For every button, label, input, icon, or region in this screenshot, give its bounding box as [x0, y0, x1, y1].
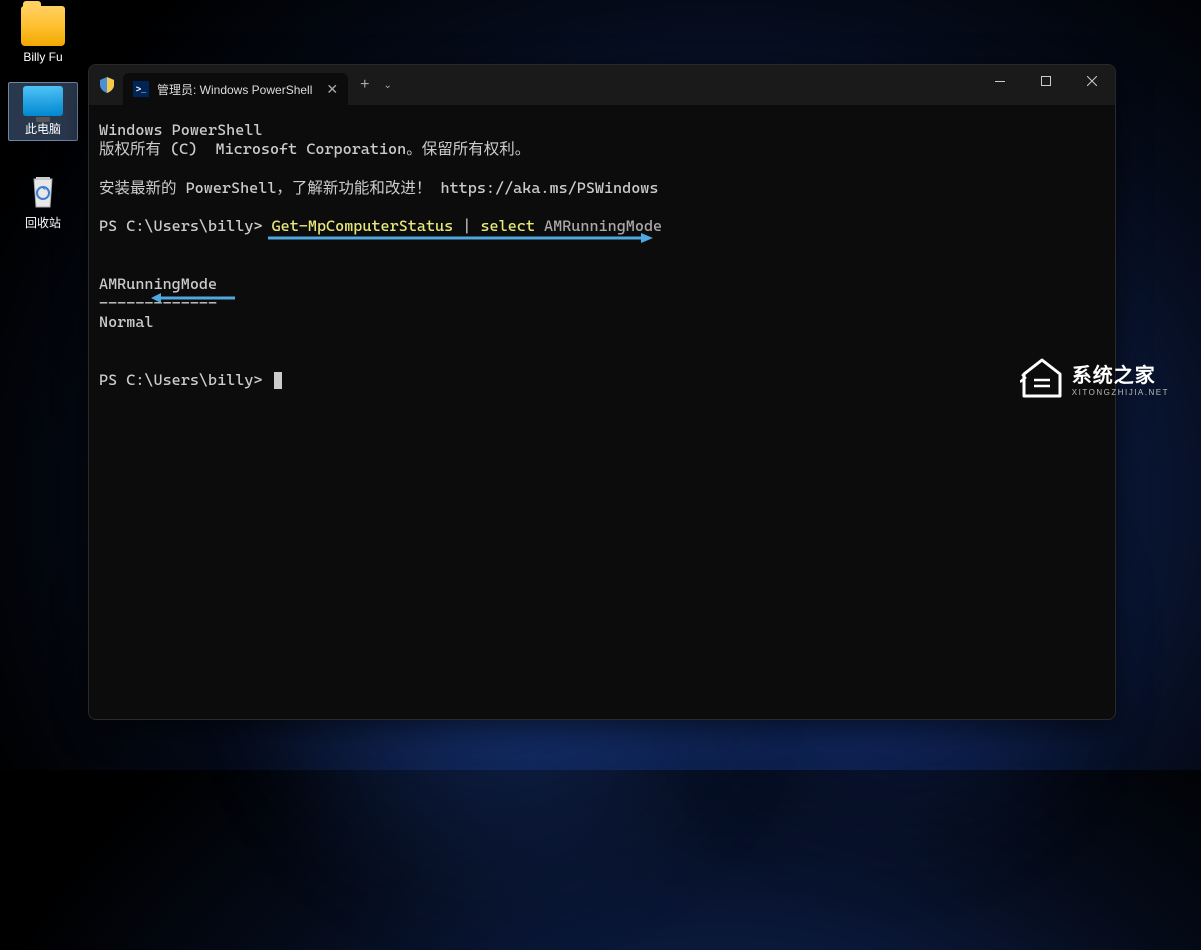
icon-label: Billy Fu	[8, 50, 78, 64]
terminal-output[interactable]: Windows PowerShell 版权所有 (C) Microsoft Co…	[89, 105, 1115, 406]
watermark-subtitle: XITONGZHIJIA.NET	[1072, 388, 1169, 397]
maximize-icon	[1041, 76, 1051, 86]
watermark-logo-icon	[1020, 358, 1064, 398]
desktop-icon-recycle-bin[interactable]: 回收站	[8, 170, 78, 231]
titlebar[interactable]: >_ 管理员: Windows PowerShell ✕ + ⌄	[89, 65, 1115, 105]
result-column-header: AMRunningMode	[99, 275, 1105, 294]
tab-close-button[interactable]: ✕	[326, 82, 338, 96]
terminal-window: >_ 管理员: Windows PowerShell ✕ + ⌄ Windows…	[88, 64, 1116, 720]
icon-label: 回收站	[8, 214, 78, 231]
close-icon	[1087, 76, 1097, 86]
watermark: 系统之家 XITONGZHIJIA.NET	[1020, 358, 1169, 398]
folder-icon	[21, 6, 65, 46]
watermark-title: 系统之家	[1072, 359, 1169, 388]
icon-label: 此电脑	[9, 120, 77, 137]
new-tab-button[interactable]: +	[360, 76, 369, 94]
terminal-cursor	[274, 372, 282, 389]
command-line-1: PS C:\Users\billy> Get-MpComputerStatus …	[99, 217, 1105, 236]
result-value: Normal	[99, 313, 1105, 332]
output-copyright: 版权所有 (C) Microsoft Corporation。保留所有权利。	[99, 140, 1105, 159]
powershell-link[interactable]: https://aka.ms/PSWindows	[441, 179, 659, 197]
monitor-icon	[23, 86, 63, 116]
tab-powershell[interactable]: >_ 管理员: Windows PowerShell ✕	[123, 73, 348, 105]
minimize-icon	[995, 81, 1005, 82]
desktop-icon-user-folder[interactable]: Billy Fu	[8, 6, 78, 64]
powershell-icon: >_	[133, 81, 149, 97]
close-button[interactable]	[1069, 65, 1115, 97]
command-line-2: PS C:\Users\billy>	[99, 371, 1105, 390]
tab-dropdown-button[interactable]: ⌄	[383, 80, 391, 91]
output-install-hint: 安装最新的 PowerShell，了解新功能和改进！ https://aka.m…	[99, 179, 1105, 198]
admin-shield-icon	[99, 77, 115, 93]
result-divider: -------------	[99, 294, 1105, 313]
recycle-bin-icon	[21, 170, 65, 210]
desktop-icon-this-pc[interactable]: 此电脑	[8, 82, 78, 141]
tab-title: 管理员: Windows PowerShell	[157, 81, 312, 98]
minimize-button[interactable]	[977, 65, 1023, 97]
maximize-button[interactable]	[1023, 65, 1069, 97]
output-header: Windows PowerShell	[99, 121, 1105, 140]
